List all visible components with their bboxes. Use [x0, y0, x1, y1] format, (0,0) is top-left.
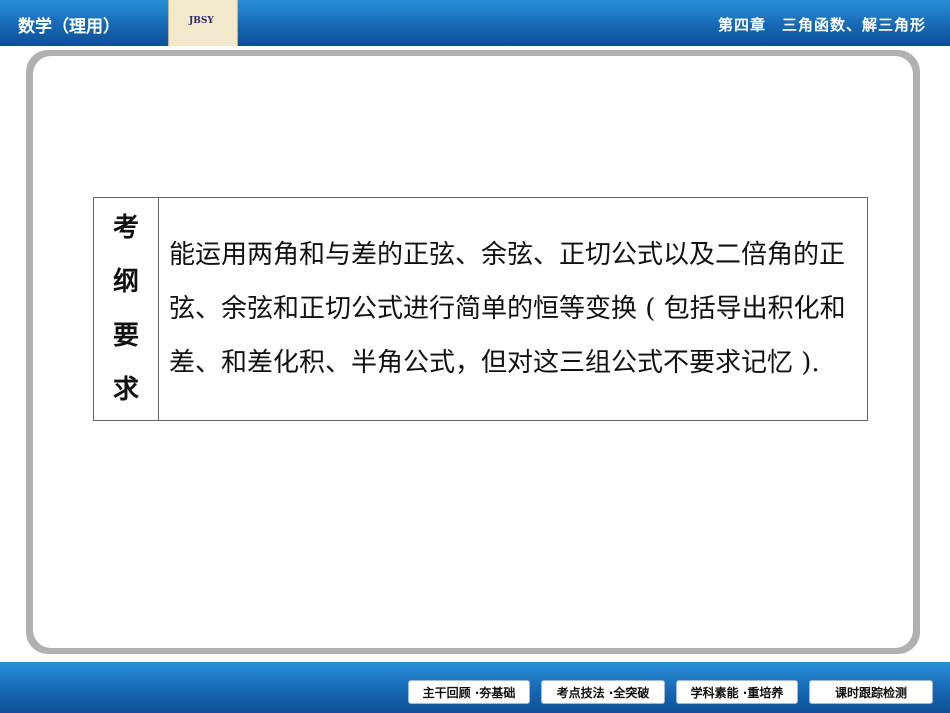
nav-button-tracking[interactable]: 课时跟踪检测	[809, 680, 933, 704]
chapter-title: 第四章 三角函数、解三角形	[717, 16, 926, 34]
label-char: 纲	[112, 267, 139, 297]
requirements-text: 能运用两角和与差的正弦、余弦、正切公式以及二倍角的正弦、余弦和正切公式进行简单的…	[158, 197, 868, 421]
label-char: 求	[112, 375, 139, 405]
logo-text: JBSY	[189, 16, 214, 26]
label-char: 考	[112, 213, 139, 243]
requirements-table: 考 纲 要 求 能运用两角和与差的正弦、余弦、正切公式以及二倍角的正弦、余弦和正…	[93, 197, 868, 421]
label-char: 要	[112, 321, 139, 351]
header-bar: 数学（理用） JBSY 第四章 三角函数、解三角形	[0, 0, 950, 46]
nav-button-review[interactable]: 主干回顾 ·夯基础	[408, 680, 530, 704]
nav-button-techniques[interactable]: 考点技法 ·全突破	[541, 680, 665, 704]
subject-title: 数学（理用）	[18, 17, 120, 37]
requirements-label: 考 纲 要 求	[93, 197, 159, 421]
publisher-logo: JBSY	[168, 0, 238, 46]
nav-button-literacy[interactable]: 学科素能 ·重培养	[676, 680, 798, 704]
